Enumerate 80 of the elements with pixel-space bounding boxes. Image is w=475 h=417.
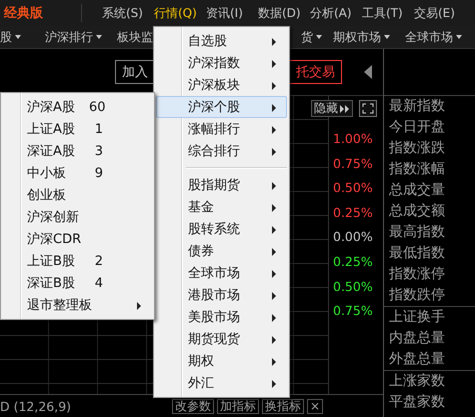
menu-item[interactable]: 沪深板块 xyxy=(156,74,287,96)
field-label: 总成交额 xyxy=(389,202,446,221)
hotkey-label: 3 xyxy=(94,144,103,158)
menu-item[interactable]: 外汇 xyxy=(156,372,287,394)
menu-bar-item[interactable]: 分析(A) xyxy=(310,4,362,22)
menu-item[interactable]: 沪深指数 xyxy=(156,52,287,74)
field-label: 指数涨跌 xyxy=(389,139,446,158)
field-label: 上涨家数 xyxy=(389,372,446,391)
menu-item[interactable]: 债券 xyxy=(156,240,287,262)
toolbar-tab[interactable]: 全球市场 xyxy=(405,28,462,46)
menu-bar-item[interactable]: 系统(S) xyxy=(102,4,154,22)
field-label: 上证换手 xyxy=(389,308,446,327)
field-label: 平盘家数 xyxy=(389,393,446,412)
field-label: 今日开盘 xyxy=(389,118,446,137)
menu-item[interactable]: 创业板 xyxy=(3,184,152,206)
field-label: 指数涨停 xyxy=(389,265,446,284)
hotkey-label: 9 xyxy=(94,166,103,180)
trade-button[interactable]: 托交易 xyxy=(289,60,342,84)
field-label: 指数跌停 xyxy=(389,286,446,305)
axis-label: 0.25% xyxy=(332,252,374,271)
menu-item[interactable]: 涨幅排行 xyxy=(156,118,287,140)
indicator-button[interactable]: 改参数 xyxy=(172,398,214,414)
menu-bar-item[interactable]: 交易(E) xyxy=(414,4,466,22)
toolbar-tab[interactable]: 货 xyxy=(301,28,322,46)
menu-bar-item[interactable]: 数据(D) xyxy=(258,4,310,22)
hotkey-label: 60 xyxy=(89,100,103,114)
menu-item[interactable]: 沪深CDR xyxy=(3,228,152,250)
axis-label: 0.00% xyxy=(332,228,374,246)
field-label: 最低指数 xyxy=(389,244,446,263)
field-label: 最高指数 xyxy=(389,223,446,242)
menu-item[interactable]: 上证B股 2 xyxy=(3,250,152,272)
axis-label: 0.75% xyxy=(332,302,374,320)
menu-item[interactable]: 综合排行 xyxy=(156,140,287,162)
field-label: 内盘总量 xyxy=(389,329,446,348)
axis-label: 0.25% xyxy=(332,204,374,222)
app-edition-label: 经典版 xyxy=(4,5,43,22)
axis-label: 0.50% xyxy=(332,179,374,198)
menu-item[interactable]: 基金 xyxy=(156,196,287,218)
menu-item[interactable]: 中小板 9 xyxy=(3,162,152,184)
hide-button[interactable]: 隐藏 xyxy=(311,100,353,117)
field-label: 最新指数 xyxy=(389,97,446,116)
left-triangle-icon[interactable] xyxy=(364,65,372,79)
indicator-button[interactable]: × xyxy=(307,398,324,414)
axis-label: 1.00% xyxy=(332,130,374,148)
toolbar-tab[interactable]: 板块监 xyxy=(117,28,153,46)
menu-item[interactable]: 美股市场 xyxy=(156,306,287,328)
field-label: 总成交量 xyxy=(389,181,446,200)
menu-item[interactable]: 上证A股 1 xyxy=(3,118,152,140)
indicator-button[interactable]: 换指标 xyxy=(262,398,304,414)
hotkey-label: 2 xyxy=(94,254,103,268)
menu-bar-item[interactable]: 工具(T) xyxy=(362,4,414,22)
toolbar-tab[interactable]: 股 xyxy=(0,28,21,46)
menu-item[interactable]: 期货现货 xyxy=(156,328,287,350)
hotkey-label: 1 xyxy=(94,122,103,136)
double-arrow-icon xyxy=(340,104,350,112)
menu-item[interactable]: 自选股 xyxy=(156,30,287,52)
menu-bar-item[interactable]: 行情(Q) xyxy=(154,4,206,22)
toolbar-tab[interactable]: 沪深排行 xyxy=(45,28,102,46)
axis-label: 0.75% xyxy=(332,154,374,173)
field-label: 指数涨幅 xyxy=(389,160,446,179)
add-button[interactable]: 加入 xyxy=(115,60,153,84)
menu-item[interactable]: 沪深创新 xyxy=(3,206,152,228)
menu-item[interactable]: 期权 xyxy=(156,350,287,372)
indicator-label: D (12,26,9) xyxy=(0,398,72,414)
axis-label: 0.50% xyxy=(332,278,374,296)
menu-item[interactable]: 退市整理板 xyxy=(3,294,152,316)
indicator-button[interactable]: 加指标 xyxy=(217,398,259,414)
menu-item[interactable]: 深证B股 4 xyxy=(3,272,152,294)
menu-bar-item[interactable]: 资讯(I) xyxy=(206,4,258,22)
menu-item[interactable]: 港股市场 xyxy=(156,284,287,306)
fullscreen-icon[interactable] xyxy=(359,100,377,117)
menu-item[interactable]: 沪深A股 60 xyxy=(3,96,152,118)
toolbar-tab[interactable]: 期权市场 xyxy=(333,28,390,46)
menu-item[interactable]: 深证A股 3 xyxy=(3,140,152,162)
field-label: 外盘总量 xyxy=(389,350,446,369)
hotkey-label: 4 xyxy=(94,276,103,290)
menu-item[interactable]: 全球市场 xyxy=(156,262,287,284)
menu-item[interactable]: 股指期货 xyxy=(156,174,287,196)
menu-item[interactable]: 股转系统 xyxy=(156,218,287,240)
menu-item[interactable]: 沪深个股 xyxy=(156,96,287,118)
